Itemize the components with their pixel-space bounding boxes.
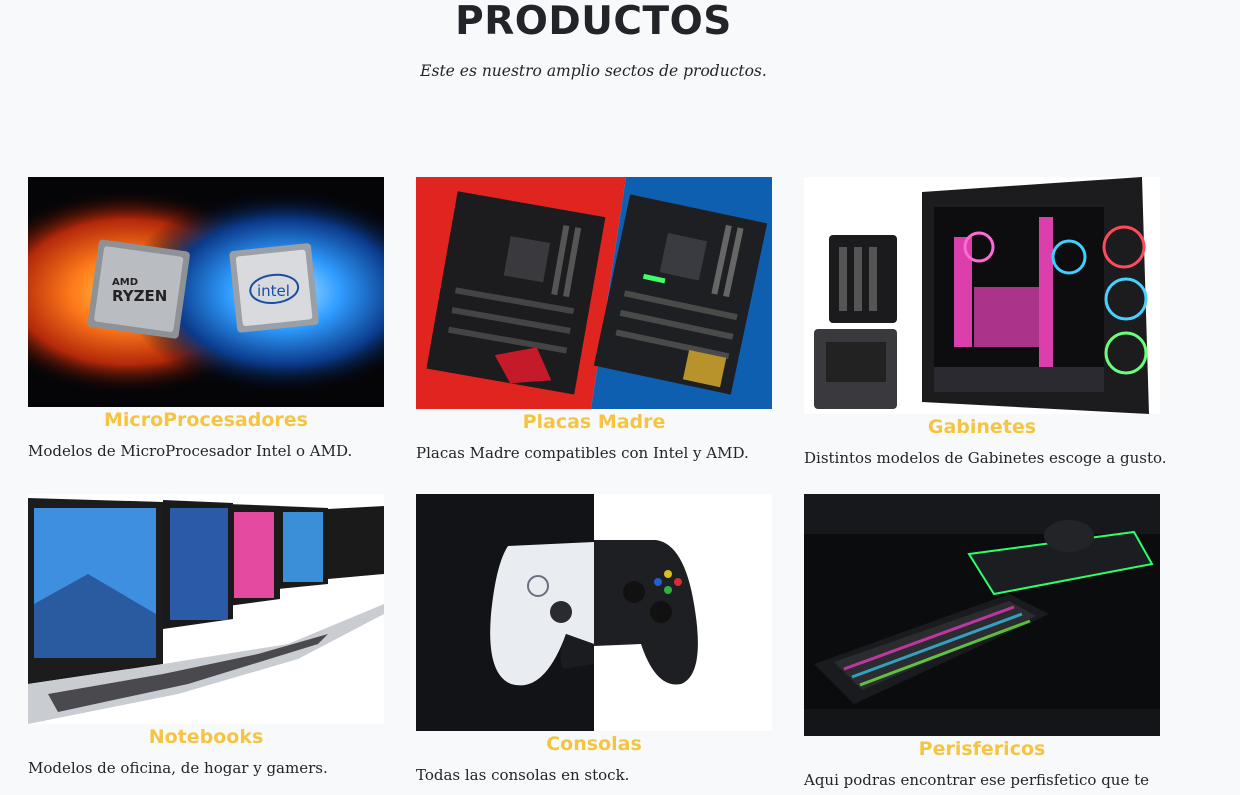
page-subtitle: Este es nuestro amplio sectos de product… bbox=[420, 62, 767, 80]
product-name[interactable]: Consolas bbox=[416, 731, 772, 756]
product-description: Modelos de MicroProcesador Intel o AMD. bbox=[28, 442, 353, 460]
product-card-gabinetes[interactable]: Gabinetes Distintos modelos de Gabinetes… bbox=[804, 177, 1167, 469]
product-image-gabinetes[interactable] bbox=[804, 177, 1160, 414]
product-image-perisfericos[interactable] bbox=[804, 494, 1160, 736]
product-card-placas-madre[interactable]: Placas Madre Placas Madre compatibles co… bbox=[416, 177, 772, 464]
ryzen-logo-text: RYZEN bbox=[112, 287, 167, 305]
product-image-consolas[interactable] bbox=[416, 494, 772, 731]
page-title: PRODUCTOS bbox=[455, 0, 732, 44]
product-image-microprocesadores[interactable]: AMD RYZEN intel bbox=[28, 177, 384, 407]
product-card-perisfericos[interactable]: Perisfericos Aqui podras encontrar ese p… bbox=[804, 494, 1160, 791]
product-name[interactable]: Gabinetes bbox=[804, 414, 1160, 439]
product-name[interactable]: Notebooks bbox=[28, 724, 384, 749]
product-description: Aqui podras encontrar ese perfisfetico q… bbox=[804, 771, 1150, 789]
product-name[interactable]: Placas Madre bbox=[416, 409, 772, 434]
product-description: Modelos de oficina, de hogar y gamers. bbox=[28, 759, 328, 777]
product-card-microprocesadores[interactable]: AMD RYZEN intel MicroProcesadores Modelo… bbox=[28, 177, 384, 462]
product-description: Placas Madre compatibles con Intel y AMD… bbox=[416, 444, 749, 462]
product-image-placas-madre[interactable] bbox=[416, 177, 772, 409]
product-name[interactable]: MicroProcesadores bbox=[28, 407, 384, 432]
product-name[interactable]: Perisfericos bbox=[804, 736, 1160, 761]
product-image-notebooks[interactable] bbox=[28, 494, 384, 724]
product-description: Distintos modelos de Gabinetes escoge a … bbox=[804, 449, 1167, 467]
product-description: Todas las consolas en stock. bbox=[416, 766, 630, 784]
product-card-notebooks[interactable]: Notebooks Modelos de oficina, de hogar y… bbox=[28, 494, 384, 779]
intel-logo-text: intel bbox=[257, 282, 290, 300]
product-card-consolas[interactable]: Consolas Todas las consolas en stock. bbox=[416, 494, 772, 786]
